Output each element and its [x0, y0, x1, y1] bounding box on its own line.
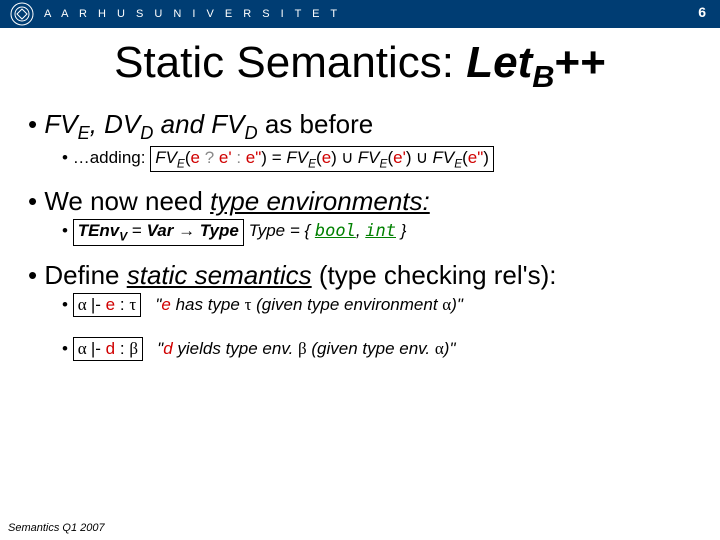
cup2: ∪: [412, 148, 433, 167]
we-need: We now need: [44, 186, 210, 216]
tenv-sub: V: [119, 230, 127, 244]
title-sub: B: [532, 59, 554, 94]
footer: Semantics Q1 2007: [8, 522, 105, 534]
tenv-box: TEnvV = Var → Type: [73, 219, 244, 245]
e5: e': [393, 148, 406, 167]
qd: )": [451, 295, 463, 314]
e3: e": [241, 148, 261, 167]
eq: =: [267, 148, 286, 167]
p: ): [483, 148, 489, 167]
define: Define: [44, 260, 126, 290]
fv-d: and FV: [153, 109, 244, 139]
slide-content: • FVE, DVD and FVD as before • …adding: …: [0, 109, 720, 361]
e4: e: [322, 148, 331, 167]
colon1: :: [115, 295, 129, 314]
quote-e: "e has type τ (given type environment α)…: [155, 295, 463, 314]
university-seal-icon: [8, 0, 36, 28]
cup1: ∪: [337, 148, 358, 167]
dv-d-sub: D: [140, 123, 153, 143]
bool: bool: [315, 221, 356, 241]
qalpha2: α: [435, 339, 444, 358]
qe: e: [161, 295, 170, 314]
turnstile1: |-: [91, 295, 106, 314]
decl-d: d: [106, 339, 115, 358]
fv4-sub: E: [454, 156, 462, 170]
qd2: d: [163, 339, 172, 358]
adding-label: …adding:: [73, 148, 151, 167]
quote-d: "d yields type env. β (given type env. α…: [157, 339, 455, 358]
bullet-2-sub: • TEnvV = Var → Type Type = { bool, int …: [62, 219, 692, 245]
page-number: 6: [692, 2, 712, 22]
bullet-3: • Define static semantics (type checking…: [28, 260, 692, 291]
title-suffix: ++: [555, 38, 606, 87]
fv-d-sub: D: [244, 123, 257, 143]
bullet-3-sub1: • α |- e : τ "e has type τ (given type e…: [62, 293, 692, 317]
bullet-1-sub: • …adding: FVE(e ? e' : e") = FVE(e) ∪ F…: [62, 146, 692, 172]
fv1: FV: [155, 148, 177, 167]
fv2: FV: [286, 148, 308, 167]
fv4: FV: [432, 148, 454, 167]
static-sem: static semantics: [127, 260, 312, 290]
judgement-e-box: α |- e : τ: [73, 293, 141, 317]
type-check: (type checking rel's):: [312, 260, 557, 290]
as-before: as before: [258, 109, 374, 139]
bullet-2: • We now need type environments:: [28, 186, 692, 217]
judgement-d-box: α |- d : β: [73, 337, 143, 361]
alpha2: α: [78, 339, 91, 358]
qe2: )": [444, 339, 456, 358]
fv2-sub: E: [308, 156, 316, 170]
turnstile2: |-: [91, 339, 106, 358]
fv3: FV: [358, 148, 380, 167]
qmark: ?: [205, 148, 214, 167]
fv-e-sub: E: [78, 123, 90, 143]
qb: has type: [171, 295, 245, 314]
qc2: (given type env.: [307, 339, 435, 358]
e2: e': [214, 148, 236, 167]
expr-e: e: [106, 295, 115, 314]
type-close: }: [396, 221, 406, 240]
e1: e: [191, 148, 205, 167]
qc: (given type environment: [251, 295, 442, 314]
comma: ,: [356, 221, 365, 240]
title-let: Let: [466, 38, 532, 87]
fv-equation-box: FVE(e ? e' : e") = FVE(e) ∪ FVE(e') ∪ FV…: [150, 146, 494, 172]
fv1-sub: E: [177, 156, 185, 170]
qbeta: β: [298, 339, 307, 358]
int: int: [365, 221, 396, 241]
eq2: =: [127, 221, 146, 240]
slide-title: Static Semantics: LetB++: [0, 38, 720, 95]
dv-d: , DV: [90, 109, 141, 139]
tau1: τ: [129, 295, 136, 314]
e6: e": [468, 148, 484, 167]
qb2: yields type env.: [173, 339, 298, 358]
colon2: :: [115, 339, 129, 358]
bullet-1: • FVE, DVD and FVD as before: [28, 109, 692, 144]
bullet-3-sub2: • α |- d : β "d yields type env. β (give…: [62, 337, 692, 361]
header-bar: A A R H U S U N I V E R S I T E T: [0, 0, 720, 28]
university-name: A A R H U S U N I V E R S I T E T: [44, 8, 341, 20]
qalpha: α: [442, 295, 451, 314]
beta1: β: [129, 339, 138, 358]
type-open: Type = {: [244, 221, 315, 240]
arrow: →: [173, 221, 199, 240]
fv-e: FV: [44, 109, 77, 139]
type-env: type environments:: [210, 186, 430, 216]
alpha1: α: [78, 295, 91, 314]
title-prefix: Static Semantics:: [114, 38, 466, 87]
var: Var: [147, 221, 174, 240]
tenv: TEnv: [78, 221, 120, 240]
type: Type: [200, 221, 239, 240]
